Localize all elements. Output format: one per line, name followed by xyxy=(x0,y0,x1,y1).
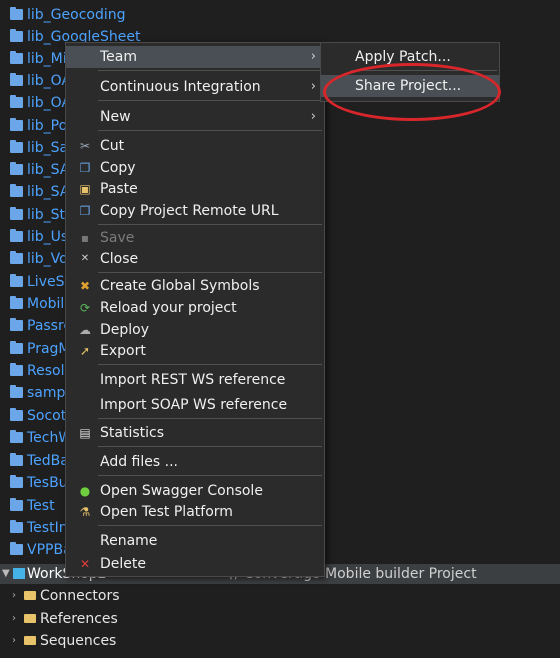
folder-icon xyxy=(10,498,23,511)
menu-separator xyxy=(98,100,322,101)
copy-icon: ❐ xyxy=(79,161,91,175)
folder-icon xyxy=(10,95,23,108)
chevron-down-icon[interactable]: ▼ xyxy=(2,564,10,584)
menu-separator xyxy=(98,475,322,476)
menu-item-save[interactable]: ▪ Save xyxy=(66,227,324,249)
chevron-right-icon: › xyxy=(310,79,316,94)
symbols-icon: ✖ xyxy=(79,279,91,293)
folder-icon xyxy=(10,475,23,488)
chevron-right-icon: › xyxy=(310,49,316,64)
context-menu: Team › Continuous Integration › New › ✂ Cut … xyxy=(65,42,325,577)
menu-item-import-rest[interactable]: Import REST WS reference xyxy=(66,369,324,391)
menu-item-import-soap[interactable]: Import SOAP WS reference xyxy=(66,394,324,416)
chevron-right-icon[interactable]: › xyxy=(12,585,16,607)
save-icon: ▪ xyxy=(80,231,90,245)
menu-separator xyxy=(98,272,322,273)
paste-icon: ▣ xyxy=(79,182,91,196)
deploy-icon: ☁ xyxy=(79,323,91,337)
statistics-icon: ▤ xyxy=(79,426,91,440)
export-icon: ➚ xyxy=(79,344,91,358)
menu-item-test-platform[interactable]: ⚗ Open Test Platform xyxy=(66,501,324,523)
folder-icon xyxy=(10,251,23,264)
menu-item-add-files[interactable]: Add files ... xyxy=(66,451,324,473)
menu-separator xyxy=(98,130,322,131)
menu-separator xyxy=(98,70,322,71)
menu-item-cut[interactable]: ✂ Cut xyxy=(66,135,324,157)
folder-icon xyxy=(10,363,23,376)
menu-item-swagger-console[interactable]: ● Open Swagger Console xyxy=(66,480,324,502)
folder-icon xyxy=(10,318,23,331)
test-platform-icon: ⚗ xyxy=(79,505,91,519)
menu-item-new[interactable]: New › xyxy=(66,106,324,128)
close-icon: ✕ xyxy=(80,253,90,264)
menu-item-reload-project[interactable]: ⟳ Reload your project xyxy=(66,297,324,319)
folder-icon xyxy=(10,162,23,175)
menu-item-continuous-integration[interactable]: Continuous Integration › xyxy=(66,76,324,98)
folder-icon xyxy=(10,430,23,443)
menu-item-team[interactable]: Team › xyxy=(66,46,324,68)
folder-icon xyxy=(24,614,36,623)
folder-icon xyxy=(10,51,23,64)
delete-icon: ✕ xyxy=(79,557,91,571)
folder-icon xyxy=(10,385,23,398)
mobile-project-icon xyxy=(13,568,25,579)
folder-icon xyxy=(10,274,23,287)
menu-item-delete[interactable]: ✕ Delete xyxy=(66,553,324,575)
chevron-right-icon[interactable]: › xyxy=(12,608,16,630)
folder-icon xyxy=(10,229,23,242)
reload-icon: ⟳ xyxy=(79,301,91,315)
folder-icon xyxy=(10,408,23,421)
menu-item-copy[interactable]: ❐ Copy xyxy=(66,157,324,179)
menu-separator xyxy=(98,525,322,526)
scissors-icon: ✂ xyxy=(79,139,91,153)
folder-icon xyxy=(10,29,23,42)
chevron-right-icon: › xyxy=(310,109,316,124)
folder-icon xyxy=(24,636,36,645)
menu-item-rename[interactable]: Rename xyxy=(66,530,324,552)
menu-separator xyxy=(98,446,322,447)
folder-icon xyxy=(10,118,23,131)
folder-icon xyxy=(10,207,23,220)
menu-item-deploy[interactable]: ☁ Deploy xyxy=(66,319,324,341)
menu-separator xyxy=(98,224,322,225)
folder-icon xyxy=(10,184,23,197)
folder-icon xyxy=(10,341,23,354)
copy-icon: ❐ xyxy=(79,204,91,218)
folder-icon xyxy=(10,520,23,533)
menu-item-export[interactable]: ➚ Export xyxy=(66,340,324,362)
menu-separator xyxy=(98,418,322,419)
menu-item-copy-remote-url[interactable]: ❐ Copy Project Remote URL xyxy=(66,200,324,222)
folder-icon xyxy=(10,73,23,86)
folder-icon xyxy=(10,453,23,466)
chevron-right-icon[interactable]: › xyxy=(12,630,16,652)
menu-item-statistics[interactable]: ▤ Statistics xyxy=(66,422,324,444)
menu-item-paste[interactable]: ▣ Paste xyxy=(66,178,324,200)
swagger-icon: ● xyxy=(79,484,91,498)
folder-icon xyxy=(10,7,23,20)
folder-icon xyxy=(24,591,36,600)
folder-icon xyxy=(10,296,23,309)
highlight-annotation-circle xyxy=(323,63,501,121)
folder-icon xyxy=(10,542,23,555)
menu-item-create-global-symbols[interactable]: ✖ Create Global Symbols xyxy=(66,275,324,297)
menu-separator xyxy=(98,364,322,365)
folder-icon xyxy=(10,140,23,153)
menu-item-close[interactable]: ✕ Close xyxy=(66,248,324,270)
